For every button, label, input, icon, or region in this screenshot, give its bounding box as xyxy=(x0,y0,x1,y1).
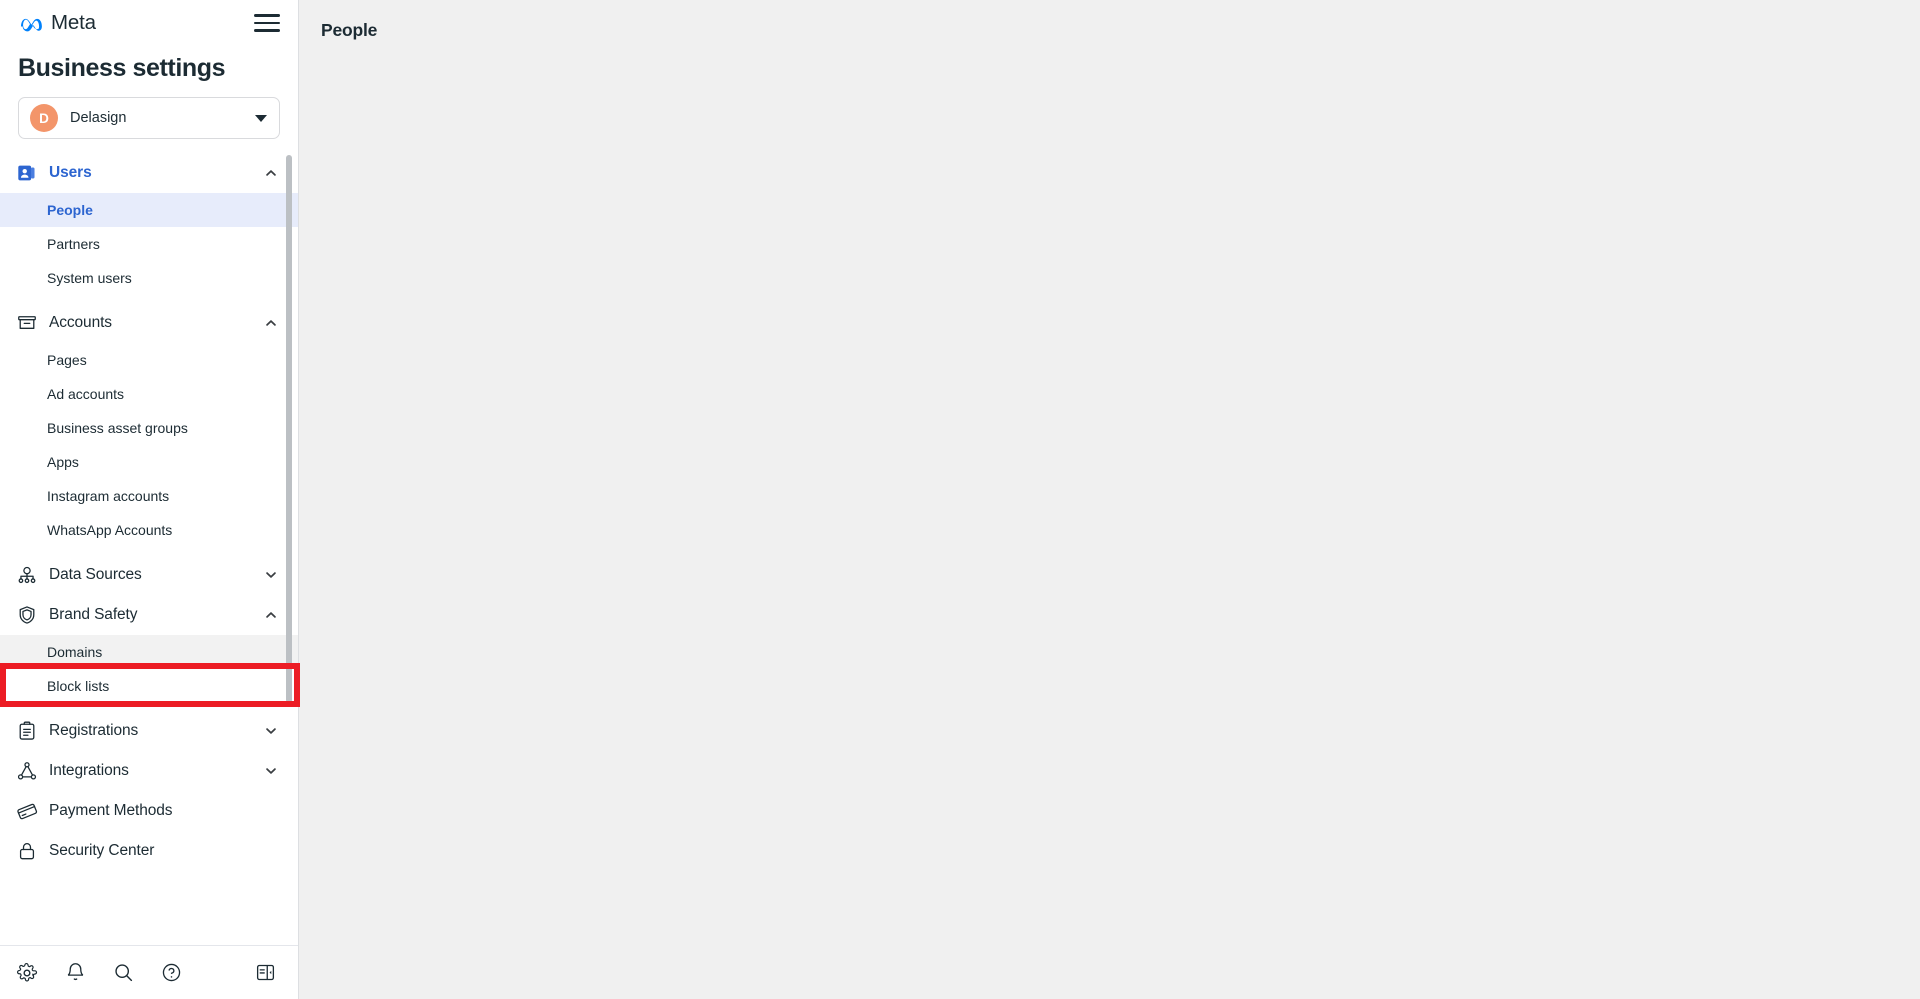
accounts-box-icon xyxy=(15,311,39,335)
integrations-network-icon xyxy=(15,759,39,783)
sidebar-item-instagram-accounts[interactable]: Instagram accounts xyxy=(0,479,298,513)
chevron-down-icon[interactable] xyxy=(264,764,278,778)
scroll-fade xyxy=(0,927,298,945)
gear-settings-icon[interactable] xyxy=(14,960,40,986)
panel-toggle-icon[interactable] xyxy=(252,960,278,986)
business-settings-app: Meta Business settings D Delasign Users P… xyxy=(0,0,1920,999)
sidebar-group-label: Brand Safety xyxy=(49,606,138,623)
hamburger-menu-icon[interactable] xyxy=(254,10,280,36)
sidebar-group-label: Registrations xyxy=(49,722,139,739)
sidebar-item-people[interactable]: People xyxy=(0,193,298,227)
brand-row: Meta xyxy=(18,0,280,46)
sidebar-bottom-toolbar xyxy=(0,945,298,999)
sidebar-group-security-center[interactable]: Security Center xyxy=(0,831,298,871)
sidebar-nav-scroll-area[interactable]: Users People Partners System users Accounts P… xyxy=(0,153,298,945)
sidebar-group-label: Security Center xyxy=(49,842,155,859)
sidebar-group-registrations[interactable]: Registrations xyxy=(0,711,298,751)
sidebar-item-partners[interactable]: Partners xyxy=(0,227,298,261)
meta-infinity-logo-icon xyxy=(20,18,42,31)
business-selector[interactable]: D Delasign xyxy=(18,97,280,139)
sidebar-group-label: Integrations xyxy=(49,762,129,779)
sidebar-group-integrations[interactable]: Integrations xyxy=(0,751,298,791)
users-id-card-icon xyxy=(15,161,39,185)
sidebar-header: Meta Business settings D Delasign xyxy=(0,0,298,139)
payment-methods-card-icon xyxy=(15,799,39,823)
sidebar-group-data-sources[interactable]: Data Sources xyxy=(0,555,298,595)
sidebar-group-label: Accounts xyxy=(49,314,112,331)
sidebar-item-block-lists[interactable]: Block lists xyxy=(0,669,298,703)
sidebar-group-users[interactable]: Users xyxy=(0,153,298,193)
chevron-down-icon[interactable] xyxy=(264,724,278,738)
help-question-icon[interactable] xyxy=(158,960,184,986)
sidebar-group-brand-safety[interactable]: Brand Safety xyxy=(0,595,298,635)
sidebar-item-ad-accounts[interactable]: Ad accounts xyxy=(0,377,298,411)
sidebar-item-domains[interactable]: Domains xyxy=(0,635,298,669)
sidebar-item-apps[interactable]: Apps xyxy=(0,445,298,479)
sidebar-nav: Users People Partners System users Accounts P… xyxy=(0,153,298,881)
registrations-clipboard-icon xyxy=(15,719,39,743)
sidebar-group-accounts[interactable]: Accounts xyxy=(0,303,298,343)
sidebar-group-payment-methods[interactable]: Payment Methods xyxy=(0,791,298,831)
main-page-title: People xyxy=(321,20,378,40)
meta-logo: Meta xyxy=(18,11,96,35)
security-center-lock-icon xyxy=(15,839,39,863)
sidebar-item-whatsapp-accounts[interactable]: WhatsApp Accounts xyxy=(0,513,298,547)
brand-safety-shield-icon xyxy=(15,603,39,627)
sidebar-scrollbar[interactable] xyxy=(286,153,292,945)
chevron-up-icon[interactable] xyxy=(264,608,278,622)
sidebar-item-business-asset-groups[interactable]: Business asset groups xyxy=(0,411,298,445)
business-name: Delasign xyxy=(70,110,127,126)
search-icon[interactable] xyxy=(110,960,136,986)
sidebar-group-label: Payment Methods xyxy=(49,802,173,819)
chevron-up-icon[interactable] xyxy=(264,316,278,330)
sidebar-group-label: Users xyxy=(49,164,92,181)
chevron-down-icon[interactable] xyxy=(264,568,278,582)
page-title: Business settings xyxy=(18,54,226,82)
sidebar: Meta Business settings D Delasign Users P… xyxy=(0,0,300,999)
sidebar-item-pages[interactable]: Pages xyxy=(0,343,298,377)
sidebar-item-system-users[interactable]: System users xyxy=(0,261,298,295)
main-content: People xyxy=(299,0,1920,999)
meta-wordmark: Meta xyxy=(51,11,96,34)
bell-notifications-icon[interactable] xyxy=(62,960,88,986)
caret-down-icon xyxy=(255,114,267,122)
sidebar-group-label: Data Sources xyxy=(49,566,142,583)
scrollbar-thumb[interactable] xyxy=(286,155,292,703)
chevron-up-icon[interactable] xyxy=(264,166,278,180)
data-sources-node-icon xyxy=(15,563,39,587)
avatar: D xyxy=(30,104,58,132)
